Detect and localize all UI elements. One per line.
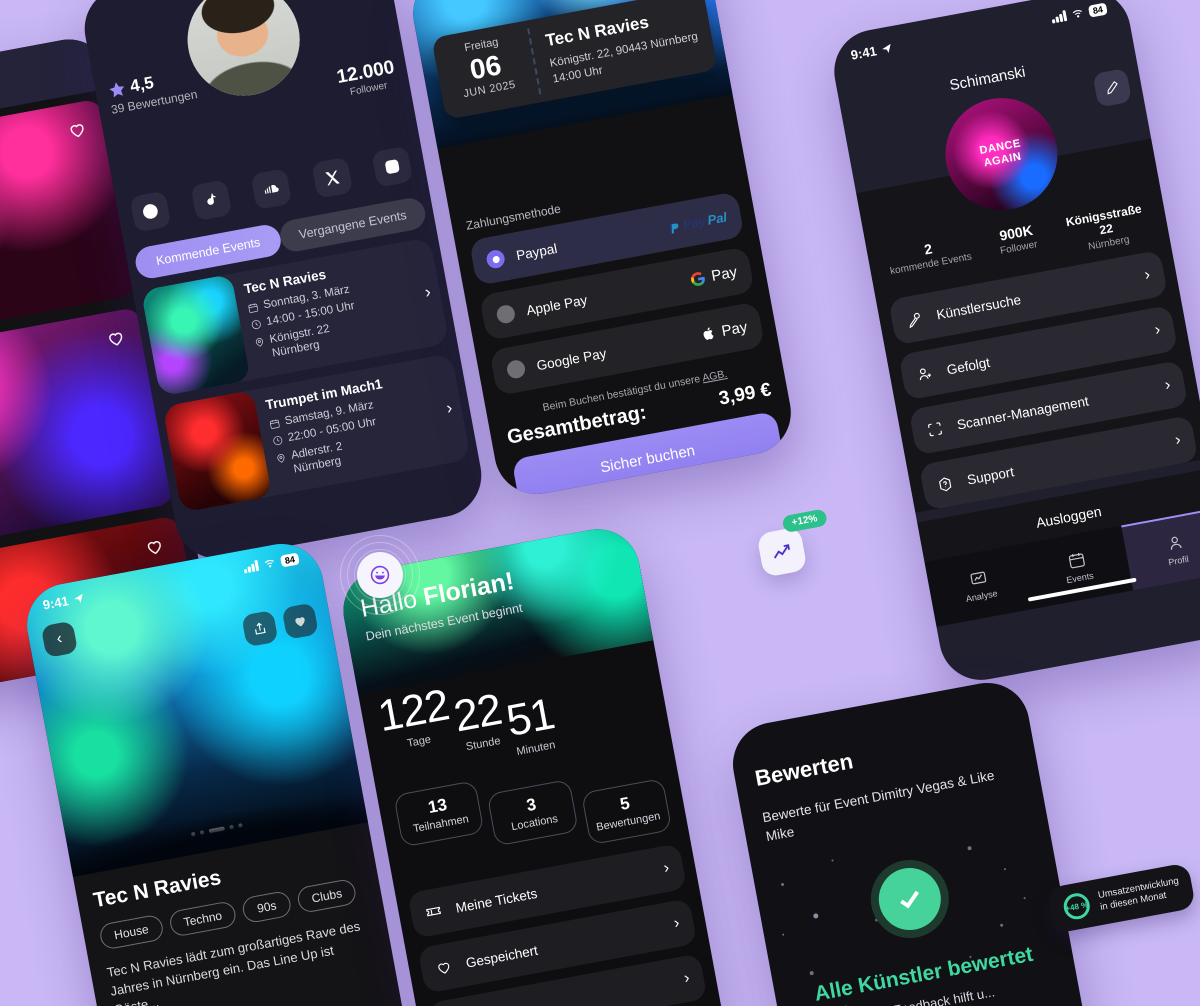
star-icon <box>109 81 125 97</box>
status-time: 9:41 <box>849 43 878 63</box>
apple-pay-logo: Pay <box>699 318 749 343</box>
trend-chip: +12% <box>756 508 828 578</box>
heart-icon[interactable] <box>139 532 169 562</box>
revenue-chip: +48 % Umsatzentwicklung in diesen Monat <box>1047 862 1196 934</box>
carousel-dots[interactable] <box>190 823 243 837</box>
chevron-right-icon[interactable]: › <box>662 859 671 878</box>
countdown-days: 122 Tage <box>374 680 453 750</box>
chevron-right-icon[interactable]: › <box>1153 321 1162 340</box>
agb-link[interactable]: AGB. <box>701 368 728 384</box>
edit-profile-button[interactable] <box>1092 67 1133 108</box>
chevron-right-icon[interactable]: › <box>1164 376 1173 395</box>
rating-block: 4,5 39 Bewertungen <box>106 65 198 117</box>
countdown-minutes: 51 Minuten <box>502 689 558 759</box>
emoji-chip <box>340 535 420 615</box>
edit-icon <box>1107 81 1118 95</box>
total-value: 3,99 € <box>717 379 773 410</box>
chevron-right-icon[interactable]: › <box>1174 431 1183 450</box>
calendar-icon <box>269 419 280 429</box>
rating-value: 4,5 <box>128 72 156 96</box>
heart-icon <box>438 962 450 974</box>
stat-followers: 900K Follower <box>998 221 1039 257</box>
wifi-icon <box>264 559 274 568</box>
clock-icon <box>273 436 283 446</box>
avatar <box>178 0 309 105</box>
payment-option-label: Paypal <box>514 240 559 263</box>
heart-icon[interactable] <box>62 115 92 145</box>
location-pin-icon <box>255 337 263 347</box>
battery-indicator: 84 <box>1087 2 1108 18</box>
user-plus-icon <box>919 367 932 380</box>
chevron-right-icon[interactable]: › <box>683 970 692 989</box>
heart-icon[interactable] <box>101 323 131 353</box>
tag-house[interactable]: House <box>98 913 165 951</box>
stat-address: Königsstraße 22 Nürnberg <box>1064 201 1143 253</box>
organizer-profile-phone: 9:41 84 Schimanski DANCE AGAIN 2 kommende… <box>827 0 1200 687</box>
analytics-icon <box>970 571 987 585</box>
share-icon[interactable] <box>241 609 279 648</box>
chevron-right-icon[interactable]: › <box>672 914 681 933</box>
tag-90s[interactable]: 90s <box>241 889 293 925</box>
wifi-icon <box>1072 10 1082 18</box>
review-phone: Bewerten Bewerte für Event Dimitry Vegas… <box>726 676 1094 1006</box>
countdown-hours: 22 Stunde <box>449 684 506 754</box>
smiley-icon[interactable] <box>357 552 403 598</box>
event-hero-image: 9:41 84 ‹ <box>20 537 368 877</box>
chevron-right-icon[interactable]: › <box>1143 266 1152 285</box>
payment-section: Zahlungsmethode Paypal Pay Pal Apple Pay … <box>449 155 779 398</box>
followers-block: 12.000 Follower <box>335 57 398 100</box>
microphone-icon <box>909 312 920 328</box>
calendar-icon <box>248 303 259 313</box>
event-thumbnail <box>162 389 273 513</box>
signal-icon <box>243 559 260 574</box>
status-time: 9:41 <box>41 593 70 613</box>
paypal-logo: Pay Pal <box>663 208 729 236</box>
stat-participations[interactable]: 13 Teilnahmen <box>393 780 485 848</box>
location-arrow-icon <box>882 43 891 54</box>
payment-option-label: Apple Pay <box>525 291 589 318</box>
radio-unselected[interactable] <box>495 303 517 325</box>
battery-indicator: 84 <box>279 551 300 568</box>
check-circle-icon <box>864 853 956 945</box>
google-pay-logo: Pay <box>688 263 738 288</box>
stat-upcoming-events: 2 kommende Events <box>889 240 973 278</box>
help-icon <box>938 476 952 491</box>
progress-ring: +48 % <box>1060 890 1093 923</box>
trend-badge-value: +12% <box>781 508 828 534</box>
stat-locations[interactable]: 3 Locations <box>486 779 579 847</box>
location-arrow-icon <box>74 593 83 603</box>
back-icon[interactable]: ‹ <box>40 620 79 658</box>
event-thumbnail <box>140 273 251 397</box>
tag-clubs[interactable]: Clubs <box>295 877 359 915</box>
radio-selected[interactable] <box>485 248 507 270</box>
person-icon <box>1170 536 1182 550</box>
signal-icon <box>1051 10 1068 24</box>
location-pin-icon <box>277 453 285 463</box>
heart-icon[interactable] <box>281 602 319 640</box>
calendar-icon <box>1068 552 1085 569</box>
tag-techno[interactable]: Techno <box>167 900 239 938</box>
payment-option-label: Google Pay <box>535 345 608 373</box>
clock-icon <box>251 320 261 330</box>
trending-up-icon[interactable] <box>756 526 808 578</box>
scan-icon <box>928 421 942 436</box>
screenshot-stage: ese Woche 15,00 € 5,00 € <box>0 0 1200 1006</box>
radio-unselected[interactable] <box>505 358 527 380</box>
ticket-icon <box>426 906 441 916</box>
